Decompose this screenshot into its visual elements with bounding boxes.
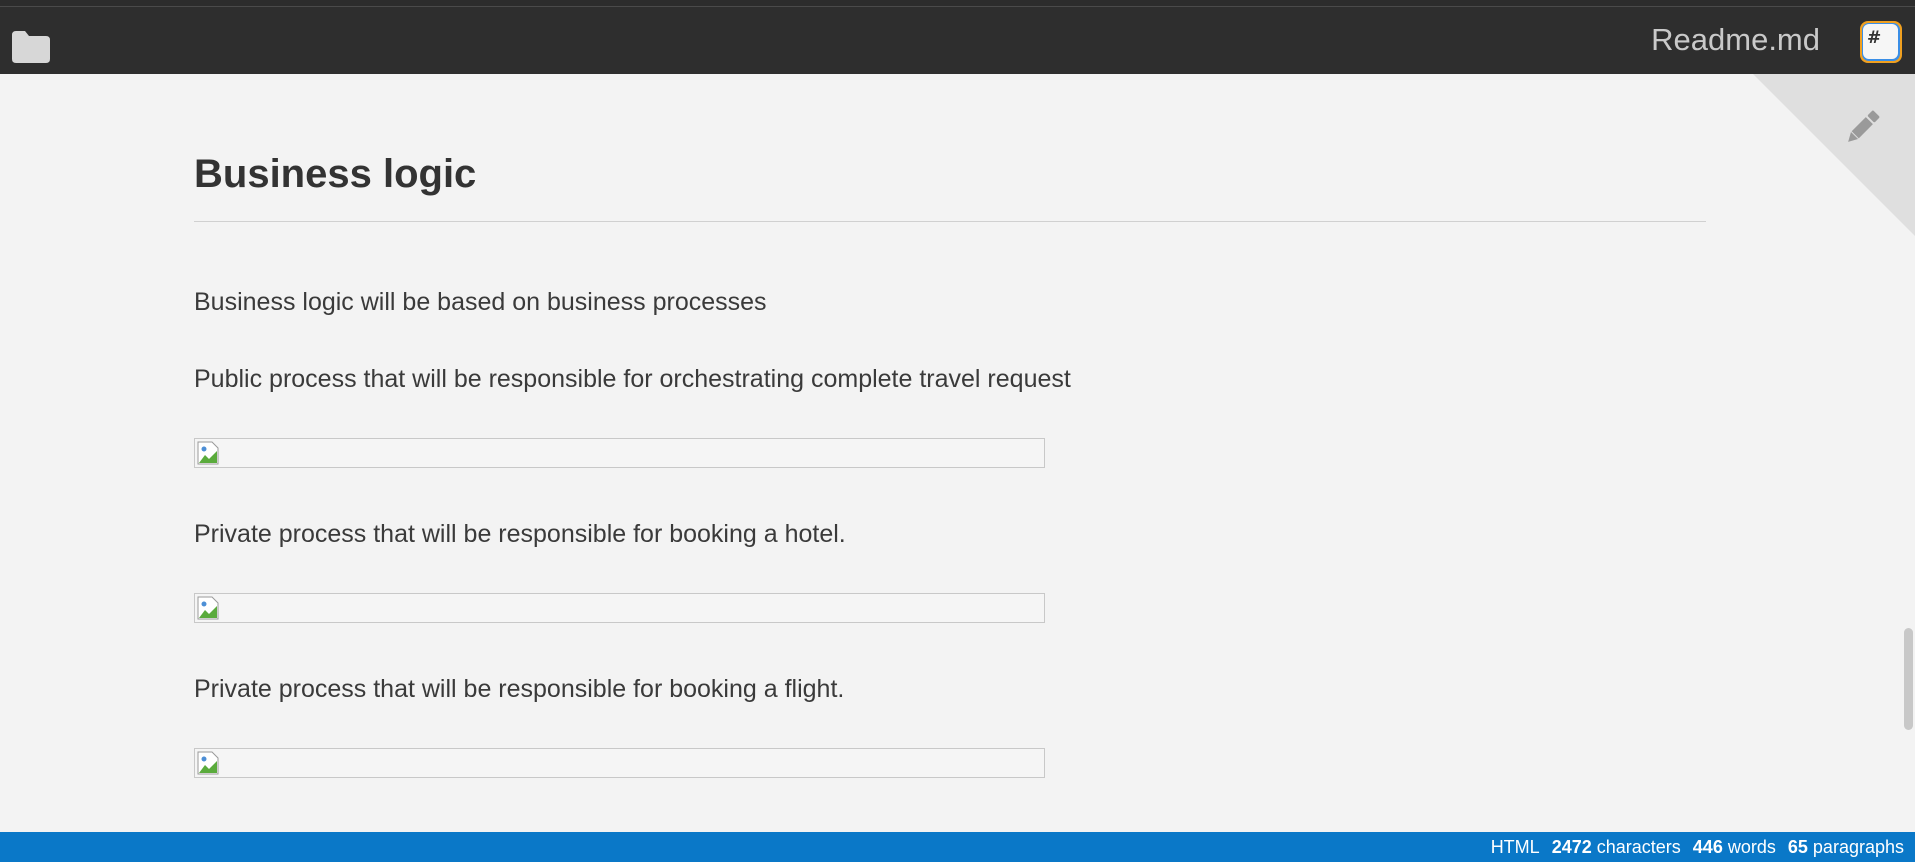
section-heading: Business logic xyxy=(194,152,477,196)
document-stats: HTML 2472 characters 446 words 65 paragraph… xyxy=(1491,832,1904,862)
broken-image-icon xyxy=(197,441,219,465)
app-badge-glyph: # xyxy=(1867,28,1881,48)
title-bar: Readme.md # xyxy=(0,7,1915,74)
folder-icon[interactable] xyxy=(8,25,52,65)
broken-image-public-process xyxy=(194,438,1045,468)
paragraph-business-processes: Business logic will be based on business… xyxy=(194,288,767,316)
characters-count: 2472 xyxy=(1551,837,1592,857)
pencil-icon[interactable] xyxy=(1840,104,1886,150)
document-title: Readme.md xyxy=(1651,22,1820,57)
heading-divider xyxy=(194,221,1706,222)
edit-corner-flap xyxy=(1753,74,1915,236)
characters-label: characters xyxy=(1596,837,1681,857)
words-label: words xyxy=(1727,837,1776,857)
status-bar: HTML 2472 characters 446 words 65 paragraph… xyxy=(0,832,1915,862)
paragraph-flight-process: Private process that will be responsible… xyxy=(194,675,845,703)
paragraphs-count: 65 xyxy=(1787,837,1808,857)
app-badge-icon[interactable]: # xyxy=(1858,19,1904,65)
paragraphs-label: paragraphs xyxy=(1812,837,1904,857)
broken-image-flight-process xyxy=(194,748,1045,778)
status-mode[interactable]: HTML xyxy=(1491,837,1540,857)
broken-image-icon xyxy=(197,751,219,775)
words-count: 446 xyxy=(1692,837,1723,857)
broken-image-hotel-process xyxy=(194,593,1045,623)
window-top-border xyxy=(0,0,1915,7)
paragraph-hotel-process: Private process that will be responsible… xyxy=(194,520,846,548)
scrollbar-thumb[interactable] xyxy=(1904,628,1913,730)
paragraph-public-process: Public process that will be responsible … xyxy=(194,365,1071,393)
broken-image-icon xyxy=(197,596,219,620)
document-view: Business logic Business logic will be ba… xyxy=(0,74,1915,832)
